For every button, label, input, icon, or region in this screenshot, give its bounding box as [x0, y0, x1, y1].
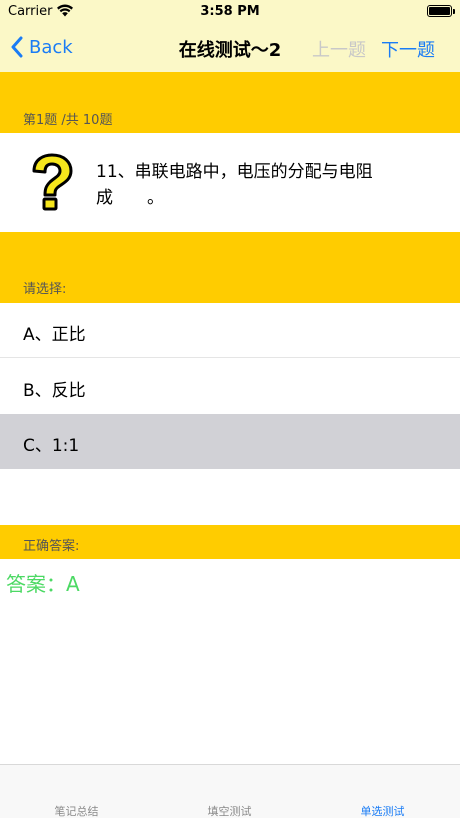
status-bar: Carrier 3:58 PM: [0, 0, 460, 24]
battery-icon: [427, 5, 455, 17]
answer-header: 正确答案:: [0, 525, 460, 559]
navigation-bar: Back 在线测试～2 上一题 下一题: [0, 24, 460, 70]
option-b-label: B、反比: [23, 381, 86, 401]
correct-answer-text: 答案：A: [6, 572, 80, 596]
question-header: 第1题 /共 10题: [0, 72, 460, 133]
tab-fill-blank-test[interactable]: 填空测试: [153, 803, 306, 818]
question-mark-icon: [32, 153, 73, 211]
status-time: 3:58 PM: [200, 4, 260, 19]
chevron-left-icon: [11, 36, 23, 58]
option-b[interactable]: B、反比: [0, 359, 460, 414]
next-question-button[interactable]: 下一题: [381, 36, 435, 62]
question-count: 第1题 /共 10题: [23, 113, 113, 128]
option-c[interactable]: C、1:1: [0, 414, 460, 469]
question-text: 11、串联电路中，电压的分配与电阻成 。: [96, 162, 373, 208]
previous-question-button[interactable]: 上一题: [312, 36, 366, 62]
tab-notes-summary[interactable]: 笔记总结: [0, 803, 153, 818]
tab-single-choice-test[interactable]: 单选测试: [306, 803, 459, 818]
option-a[interactable]: A、正比: [0, 303, 460, 358]
choose-label: 请选择:: [23, 282, 67, 297]
option-c-label: C、1:1: [23, 436, 80, 456]
answer-header-label: 正确答案:: [23, 539, 80, 554]
question-area: 11、串联电路中，电压的分配与电阻成 。: [0, 133, 460, 232]
choose-header: 请选择:: [0, 232, 460, 303]
back-button-label: Back: [29, 36, 73, 58]
back-button[interactable]: Back: [10, 34, 73, 60]
tab-bar: 笔记总结 填空测试 单选测试: [0, 764, 460, 818]
option-a-label: A、正比: [23, 325, 86, 345]
